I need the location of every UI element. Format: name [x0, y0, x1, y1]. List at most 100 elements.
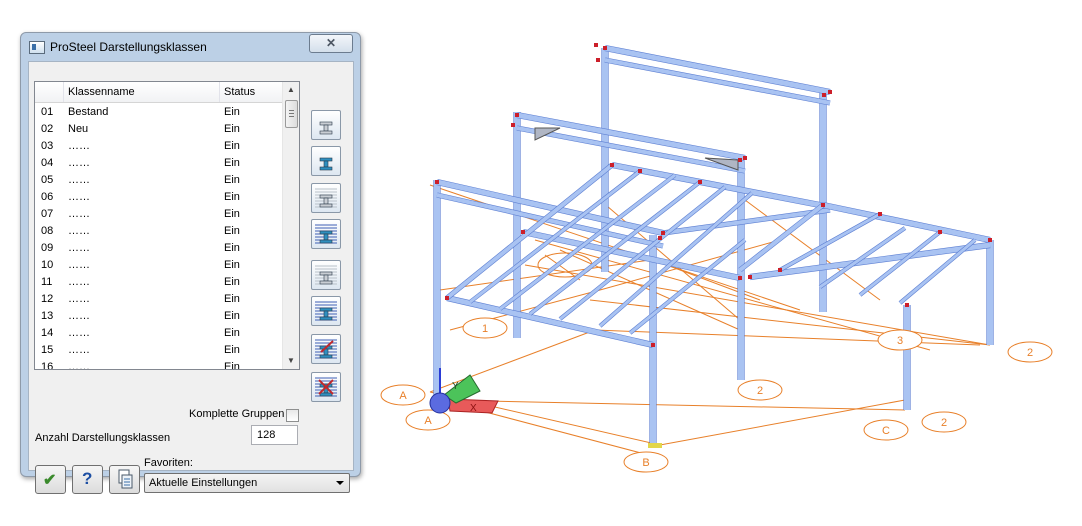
grid-bubble-label: C — [882, 425, 890, 437]
list-item[interactable]: 16 …… Ein — [35, 359, 282, 370]
scroll-down-arrow-icon[interactable]: ▼ — [283, 353, 299, 369]
list-scrollbar[interactable]: ▲ ▼ — [282, 82, 299, 369]
row-status: Ein — [224, 106, 240, 118]
copy-button[interactable] — [109, 465, 140, 494]
joint-marker — [738, 158, 742, 162]
row-name: …… — [68, 293, 90, 305]
row-name: …… — [68, 225, 90, 237]
steel-member — [822, 202, 991, 243]
joint-marker — [610, 163, 614, 167]
grid-bubble-label: 2 — [757, 385, 763, 397]
toolbar-button-8[interactable] — [311, 372, 341, 402]
joint-marker — [748, 275, 752, 279]
toolbar-button-6[interactable] — [311, 296, 341, 326]
list-item[interactable]: 15 …… Ein — [35, 342, 282, 359]
row-status: Ein — [224, 157, 240, 169]
grid-bubble-label: B — [642, 457, 649, 469]
joint-marker — [938, 230, 942, 234]
row-status: Ein — [224, 208, 240, 220]
help-button[interactable]: ? — [72, 465, 103, 494]
grid-bubble-label: 1 — [482, 323, 488, 335]
dialog-title: ProSteel Darstellungsklassen — [50, 40, 207, 54]
list-item[interactable]: 13 …… Ein — [35, 308, 282, 325]
beam-blue-alt-icon — [315, 301, 337, 321]
joint-marker — [515, 113, 519, 117]
steel-member — [559, 185, 726, 321]
list-item[interactable]: 12 …… Ein — [35, 291, 282, 308]
joint-marker — [651, 343, 655, 347]
ucs-origin — [429, 392, 451, 414]
class-list[interactable]: Klassenname Status 01 Bestand Ein 02 Neu Ein 0… — [34, 81, 300, 370]
row-number: 09 — [41, 242, 54, 254]
row-name: …… — [68, 140, 90, 152]
row-name: …… — [68, 344, 90, 356]
toolbar-button-3[interactable] — [311, 183, 341, 213]
row-name: …… — [68, 327, 90, 339]
row-number: 10 — [41, 259, 54, 271]
list-item[interactable]: 09 …… Ein — [35, 240, 282, 257]
joint-marker — [511, 123, 515, 127]
column-header-klassenname[interactable]: Klassenname — [68, 86, 135, 98]
toolbar-button-5[interactable] — [311, 260, 341, 290]
list-item[interactable]: 14 …… Ein — [35, 325, 282, 342]
komplette-gruppen-checkbox[interactable] — [286, 409, 299, 422]
row-status: Ein — [224, 140, 240, 152]
column-divider[interactable] — [219, 82, 220, 102]
row-name: …… — [68, 259, 90, 271]
row-status: Ein — [224, 123, 240, 135]
chevron-down-icon[interactable] — [336, 481, 344, 485]
grid-line — [659, 399, 906, 446]
beam-blue-icon — [319, 157, 333, 171]
scroll-up-arrow-icon[interactable]: ▲ — [283, 82, 299, 98]
joint-marker — [743, 156, 747, 160]
steel-member — [604, 58, 831, 105]
joint-marker — [698, 180, 702, 184]
list-item[interactable]: 05 …… Ein — [35, 172, 282, 189]
row-number: 12 — [41, 293, 54, 305]
beam-delete-icon — [315, 377, 337, 397]
toolbar-button-1[interactable] — [311, 110, 341, 140]
list-item[interactable]: 02 Neu Ein — [35, 121, 282, 138]
row-number: 07 — [41, 208, 54, 220]
ok-button[interactable]: ✔ — [35, 465, 66, 494]
joint-marker — [596, 58, 600, 62]
list-item[interactable]: 03 …… Ein — [35, 138, 282, 155]
scroll-thumb[interactable] — [285, 100, 298, 128]
toolbar-button-4[interactable] — [311, 219, 341, 249]
list-item[interactable]: 06 …… Ein — [35, 189, 282, 206]
x-axis-label: X — [470, 403, 477, 414]
column-header-status[interactable]: Status — [224, 86, 255, 98]
favoriten-select[interactable]: Aktuelle Einstellungen — [144, 473, 350, 493]
list-item[interactable]: 11 …… Ein — [35, 274, 282, 291]
row-number: 14 — [41, 327, 54, 339]
joint-marker — [822, 93, 826, 97]
list-item[interactable]: 01 Bestand Ein — [35, 104, 282, 121]
joint-marker — [778, 268, 782, 272]
list-item[interactable]: 08 …… Ein — [35, 223, 282, 240]
row-number: 05 — [41, 174, 54, 186]
row-number: 16 — [41, 361, 54, 370]
grid-line — [439, 399, 906, 411]
list-item[interactable]: 10 …… Ein — [35, 257, 282, 274]
column-divider[interactable] — [63, 82, 64, 102]
row-name: …… — [68, 157, 90, 169]
steel-member — [529, 180, 701, 316]
row-status: Ein — [224, 259, 240, 271]
anzahl-label: Anzahl Darstellungsklassen — [35, 432, 171, 444]
list-item[interactable]: 07 …… Ein — [35, 206, 282, 223]
row-number: 06 — [41, 191, 54, 203]
row-status: Ein — [224, 310, 240, 322]
dialog-titlebar[interactable]: ProSteel Darstellungsklassen ✕ — [21, 33, 360, 61]
structure-3d-view[interactable]: A A B C 1 2 2 2 3 XY — [370, 35, 1070, 485]
anzahl-field[interactable]: 128 — [251, 425, 298, 445]
row-status: Ein — [224, 242, 240, 254]
beam-list-grey-icon — [315, 188, 337, 208]
toolbar-button-7[interactable] — [311, 334, 341, 364]
anzahl-value: 128 — [257, 429, 276, 441]
toolbar-button-2[interactable] — [311, 146, 341, 176]
row-name: …… — [68, 310, 90, 322]
grid-bubble-label: A — [399, 390, 407, 402]
row-status: Ein — [224, 327, 240, 339]
list-item[interactable]: 04 …… Ein — [35, 155, 282, 172]
close-button[interactable]: ✕ — [309, 34, 353, 53]
